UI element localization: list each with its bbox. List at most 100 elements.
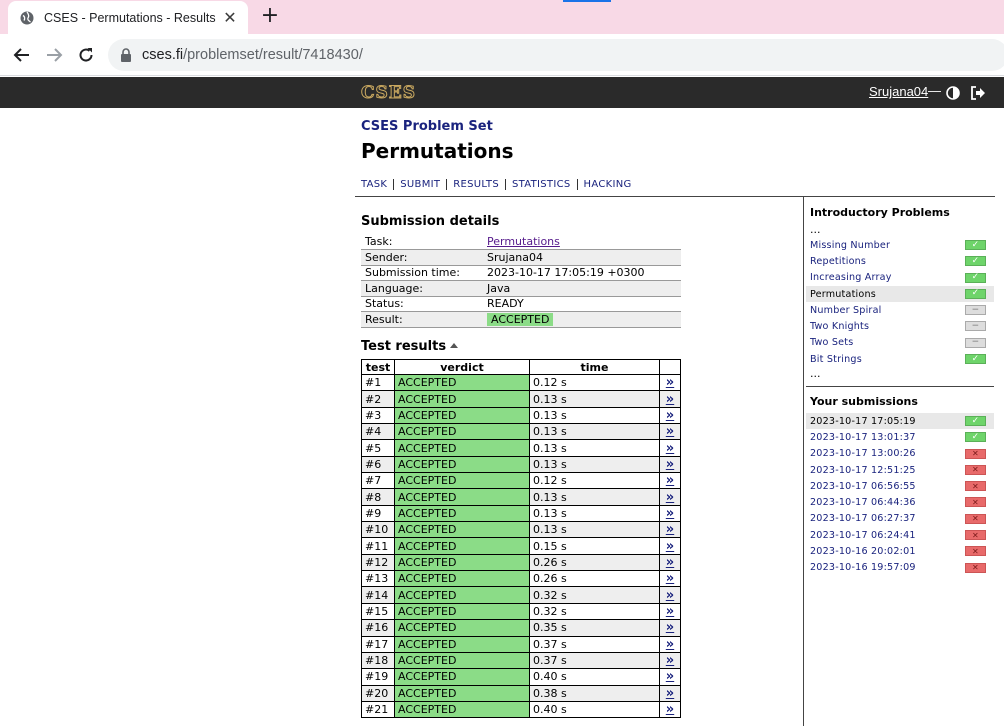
test-details-link-icon[interactable]: » [666,522,674,537]
header-dash: — [928,83,941,98]
collapse-arrow-icon[interactable] [450,343,459,348]
sidebar-problem-item[interactable]: Missing Number ✓ [806,237,994,253]
status-bad-icon: ✕ [965,513,986,524]
sidebar-problem-item-label: Bit Strings [810,353,862,365]
sidebar-problem-item-label: Repetitions [810,255,867,267]
sidebar-problem-item[interactable]: Repetitions ✓ [806,253,994,269]
test-verdict: ACCEPTED [394,619,530,637]
sidebar-problem-item[interactable]: Two Sets − [806,335,994,351]
test-details-link-icon[interactable]: » [666,686,674,701]
test-details-link-icon[interactable]: » [666,392,674,407]
table-row: #13 ACCEPTED 0.26 s » [361,570,681,588]
test-number: #1 [361,373,395,392]
test-verdict: ACCEPTED [394,521,530,539]
test-details-link-icon[interactable]: » [666,424,674,439]
submission-details-table: Task: Permutations Sender: Srujana04 Submi… [361,234,681,328]
sidebar-submission-item[interactable]: 2023-10-17 06:27:37 ✕ [806,511,994,527]
sidebar-submission-item[interactable]: 2023-10-17 13:01:37 ✓ [806,429,994,445]
details-value: ACCEPTED [483,311,681,328]
sidebar-problem-item[interactable]: Bit Strings ✓ [806,351,994,367]
sidebar-submission-item[interactable]: 2023-10-17 06:24:41 ✕ [806,527,994,543]
test-details-link-icon[interactable]: » [666,473,674,488]
test-number: #6 [361,455,395,474]
test-verdict: ACCEPTED [394,651,530,670]
sidebar-submission-item[interactable]: 2023-10-17 06:56:55 ✕ [806,478,994,494]
main-content: CSES Problem Set Permutations TASK SUBMI… [0,108,1004,726]
status-bad-icon: ✕ [965,497,986,508]
tab-task[interactable]: TASK [361,179,393,190]
details-value: Permutations [483,234,681,250]
details-row: Sender: Srujana04 [361,249,681,266]
sidebar-problem-item-label: Number Spiral [810,304,882,316]
test-details-link-icon[interactable]: » [666,669,674,684]
details-row: Submission time: 2023-10-17 17:05:19 +030… [361,265,681,281]
contrast-toggle-icon[interactable] [946,85,960,100]
new-tab-button[interactable]: + [258,5,282,28]
task-link[interactable]: Permutations [487,235,560,248]
test-verdict: ACCEPTED [394,439,530,457]
test-number: #14 [361,586,395,604]
sidebar-submission-item[interactable]: 2023-10-16 19:57:09 ✕ [806,560,994,576]
submission-details-heading: Submission details [361,214,500,229]
test-details-link-icon[interactable]: » [666,653,674,668]
tab-hacking[interactable]: HACKING [576,179,638,190]
sidebar-submission-item[interactable]: 2023-10-17 06:44:36 ✕ [806,494,994,510]
globe-icon [20,11,34,25]
test-number: #8 [361,488,395,506]
sidebar-submission-item[interactable]: 2023-10-17 12:51:25 ✕ [806,462,994,478]
test-details-link-icon[interactable]: » [666,375,674,390]
test-details-link-icon[interactable]: » [666,408,674,423]
details-value: Srujana04 [483,249,681,266]
user-profile-link[interactable]: Srujana04 [869,84,928,99]
test-details-cell: » [659,504,681,523]
test-details-link-icon[interactable]: » [666,637,674,652]
test-number: #19 [361,668,395,686]
sidebar-problem-item[interactable]: Number Spiral − [806,302,994,318]
test-details-cell: » [659,602,681,621]
test-details-link-icon[interactable]: » [666,457,674,472]
test-time: 0.13 s [529,488,660,506]
test-details-link-icon[interactable]: » [666,571,674,586]
table-row: #18 ACCEPTED 0.37 s » [361,651,681,670]
status-bad-icon: ✕ [965,481,986,492]
test-verdict: ACCEPTED [394,390,530,408]
sidebar-submission-item[interactable]: 2023-10-17 13:00:26 ✕ [806,446,994,462]
test-details-link-icon[interactable]: » [666,441,674,456]
address-bar[interactable]: cses.fi/problemset/result/7418430/ [108,39,1004,71]
status-ok-icon: ✓ [965,272,986,283]
test-results-heading[interactable]: Test results [361,339,459,354]
sidebar-problem-item[interactable]: Permutations ✓ [806,285,994,303]
sidebar-problem-item[interactable]: Two Knights − [806,318,994,334]
sidebar-problem-item[interactable]: Increasing Array ✓ [806,270,994,286]
test-details-link-icon[interactable]: » [666,604,674,619]
sidebar-problem-item-label: Missing Number [810,239,891,251]
test-details-link-icon[interactable]: » [666,539,674,554]
test-details-link-icon[interactable]: » [666,555,674,570]
logout-icon[interactable] [970,85,986,100]
test-details-link-icon[interactable]: » [666,506,674,521]
sidebar-submission-item[interactable]: 2023-10-16 20:02:01 ✕ [806,543,994,559]
table-row: #16 ACCEPTED 0.35 s » [361,619,681,637]
forward-arrow-icon[interactable] [42,43,66,67]
cses-logo[interactable]: CSES [360,83,416,104]
tab-submit[interactable]: SUBMIT [393,179,446,190]
problem-set-link[interactable]: CSES Problem Set [361,119,493,134]
test-verdict: ACCEPTED [394,472,530,490]
test-time: 0.35 s [529,619,660,637]
test-time: 0.13 s [529,439,660,457]
back-arrow-icon[interactable] [10,43,34,67]
submission-list: 2023-10-17 17:05:19 ✓ 2023-10-17 13:01:37 ✓… [806,413,994,576]
test-number: #18 [361,651,395,670]
tab-statistics[interactable]: STATISTICS [504,179,577,190]
test-details-link-icon[interactable]: » [666,588,674,603]
sidebar-submission-item[interactable]: 2023-10-17 17:05:19 ✓ [806,413,994,430]
tab-results[interactable]: RESULTS [446,179,505,190]
browser-tab[interactable]: CSES - Permutations - Results ✕ [8,1,248,34]
close-tab-icon[interactable]: ✕ [220,8,240,28]
test-number: #7 [361,472,395,490]
reload-icon[interactable] [74,43,98,67]
status-ok-icon: ✓ [965,256,986,267]
test-details-link-icon[interactable]: » [666,490,674,505]
test-details-link-icon[interactable]: » [666,702,674,717]
test-details-link-icon[interactable]: » [666,620,674,635]
